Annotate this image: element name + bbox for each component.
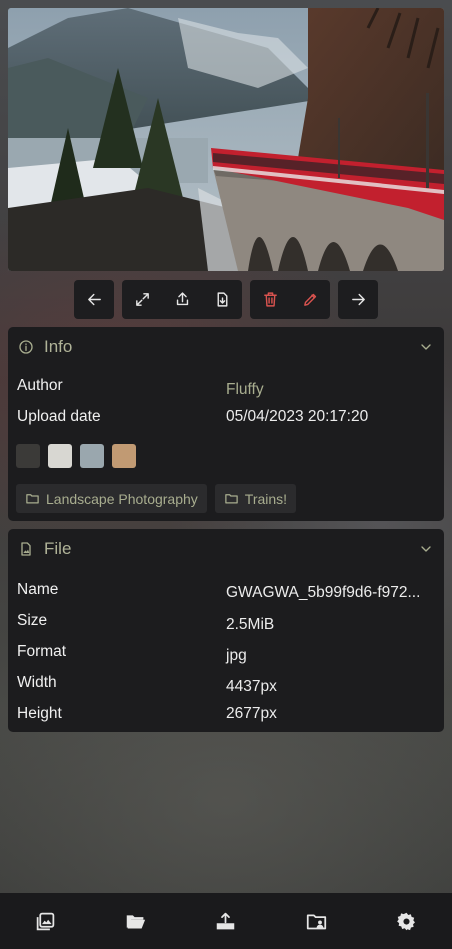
size-label: Size [17,612,48,629]
edit-button[interactable] [290,280,330,319]
format-value: jpg [226,647,247,664]
folder-icon [26,494,39,504]
name-label: Name [17,581,59,598]
folder-open-icon [126,914,146,928]
train-photo [8,8,444,271]
upload-icon [217,912,235,929]
expand-icon [135,293,149,306]
chevron-down-icon[interactable] [418,339,434,355]
size-row: Size 2.5MiB [17,612,437,634]
height-row: Height 2677px [17,705,437,727]
arrow-right-icon [351,293,365,306]
folder-icon [225,494,238,504]
height-label: Height [17,705,62,722]
edit-group [250,280,330,319]
arrow-left-icon [87,293,101,306]
color-swatch[interactable] [16,444,40,468]
format-row: Format jpg [17,643,437,665]
album-tag-label: Trains! [244,490,288,507]
download-icon [217,292,227,307]
info-icon [18,339,34,355]
actions-group [122,280,242,319]
share-icon [176,292,188,306]
author-link[interactable]: Fluffy [226,381,264,399]
info-header[interactable]: Info [8,327,444,367]
delete-button[interactable] [250,280,290,319]
color-palette [16,444,136,468]
next-button[interactable] [338,280,378,319]
upload-date-row: Upload date 05/04/2023 20:17:20 [17,408,437,430]
color-swatch[interactable] [80,444,104,468]
album-tag[interactable]: Trains! [214,484,297,513]
width-row: Width 4437px [17,674,437,696]
gallery-icon [36,912,54,930]
file-image-icon [18,541,34,557]
settings-icon [397,912,416,930]
chevron-down-icon[interactable] [418,541,434,557]
name-value: GWAGWA_5b99f9d6-f972... [226,584,421,601]
info-card: Info Author Fluffy Upload date 05/04/202… [8,327,444,521]
previous-button[interactable] [74,280,114,319]
nav-albums-button[interactable] [106,893,166,949]
image-viewer[interactable] [8,8,444,271]
nav-shared-button[interactable] [286,893,346,949]
info-title: Info [44,337,73,356]
album-tag-label: Landscape Photography [46,490,198,507]
author-label: Author [17,377,63,394]
download-button[interactable] [202,280,242,319]
size-value: 2.5MiB [226,616,275,633]
nav-settings-button[interactable] [377,893,437,949]
fullscreen-button[interactable] [122,280,162,319]
color-swatch[interactable] [48,444,72,468]
nav-next-group [338,280,378,319]
album-tags: Landscape Photography Trains! [16,484,297,513]
height-value: 2677px [226,705,277,722]
color-swatch[interactable] [112,444,136,468]
file-title: File [44,539,72,558]
nav-upload-button[interactable] [196,893,256,949]
nav-gallery-button[interactable] [15,893,75,949]
pencil-icon [303,293,316,306]
file-card: File Name GWAGWA_5b99f9d6-f972... Size 2… [8,529,444,732]
bottom-navigation [0,893,452,949]
upload-date-value: 05/04/2023 20:17:20 [226,408,369,425]
nav-prev-group [74,280,114,319]
file-header[interactable]: File [8,529,444,569]
author-row: Author Fluffy [17,377,437,399]
trash-icon [263,292,277,307]
width-value: 4437px [226,678,277,695]
shared-folder-icon [306,914,326,929]
share-button[interactable] [162,280,202,319]
name-row: Name GWAGWA_5b99f9d6-f972... [17,581,437,603]
format-label: Format [17,643,67,660]
upload-date-label: Upload date [17,408,101,425]
image-toolbar [0,280,452,320]
album-tag[interactable]: Landscape Photography [16,484,207,513]
width-label: Width [17,674,57,691]
